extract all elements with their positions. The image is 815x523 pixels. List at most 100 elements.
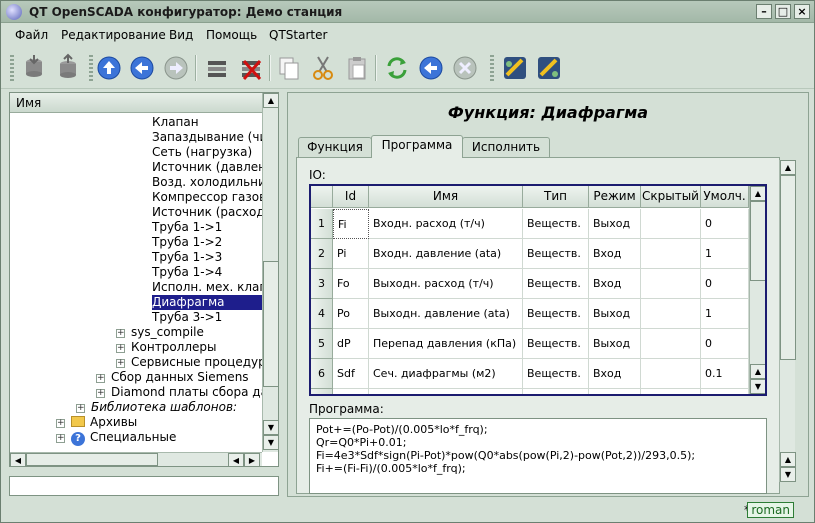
table-cell-def[interactable]: 1 xyxy=(701,299,749,329)
delete-item-icon[interactable] xyxy=(236,53,266,83)
row-header[interactable]: 3 xyxy=(311,269,333,299)
table-cell-mode[interactable]: Выход xyxy=(589,329,641,359)
scroll-left-button[interactable]: ◀ xyxy=(10,453,26,467)
table-cell-id[interactable]: Pi xyxy=(333,239,369,269)
table-cell-name[interactable]: Сеч. диафрагмы (м2) xyxy=(369,359,523,389)
table-cell-def[interactable]: 0.2 xyxy=(701,389,749,394)
db-save-icon[interactable] xyxy=(53,53,83,83)
tree-item[interactable]: Источник (давлени xyxy=(152,160,262,175)
table-cell-id[interactable]: Sdf xyxy=(333,359,369,389)
tree-header[interactable]: Имя xyxy=(10,93,262,113)
row-header[interactable]: 2 xyxy=(311,239,333,269)
title-bar[interactable]: QT OpenSCADA конфигуратор: Демо станция … xyxy=(1,1,814,23)
tree-item[interactable]: Источник (расход) xyxy=(152,205,262,220)
column-header[interactable]: Тип xyxy=(523,186,589,208)
expand-icon[interactable]: + xyxy=(76,404,85,413)
navigation-tree[interactable]: Имя Клапан Запаздывание (чис Сеть (нагрузк… xyxy=(9,92,279,467)
scroll-left-button-2[interactable]: ◀ xyxy=(228,453,244,467)
table-cell-def[interactable]: 0 xyxy=(701,329,749,359)
table-cell-type[interactable]: Веществ. xyxy=(523,389,589,394)
table-cell-type[interactable]: Веществ. xyxy=(523,359,589,389)
expand-icon[interactable]: + xyxy=(96,389,105,398)
refresh-icon[interactable] xyxy=(382,53,412,83)
daq-config-icon[interactable] xyxy=(534,53,564,83)
row-header[interactable]: 5 xyxy=(311,329,333,359)
tree-item[interactable]: Труба 1->4 xyxy=(152,265,222,280)
table-vertical-scrollbar[interactable]: ▲ ▲ ▼ xyxy=(749,186,765,394)
db-load-icon[interactable] xyxy=(19,53,49,83)
tree-item[interactable]: Исполн. мех. клапа xyxy=(152,280,262,295)
tab-execute[interactable]: Исполнить xyxy=(462,137,550,157)
tab-function[interactable]: Функция xyxy=(298,137,372,157)
expand-icon[interactable]: + xyxy=(116,344,125,353)
tree-item[interactable]: + sys_compile xyxy=(116,325,204,340)
tree-item[interactable]: Труба 1->1 xyxy=(152,220,222,235)
tree-item[interactable]: + Архивы xyxy=(56,415,137,430)
expand-icon[interactable]: + xyxy=(56,419,65,428)
forward-arrow-icon[interactable] xyxy=(161,53,191,83)
page-vertical-scrollbar[interactable]: ▲ ▲ ▼ xyxy=(779,160,796,482)
tree-horizontal-scrollbar[interactable]: ◀ ◀ ▶ xyxy=(10,452,262,467)
user-badge[interactable]: roman xyxy=(747,502,794,518)
table-cell-hidden[interactable] xyxy=(641,329,701,359)
table-cell-mode[interactable]: Вход xyxy=(589,359,641,389)
table-cell-id[interactable]: Po xyxy=(333,299,369,329)
table-cell-type[interactable]: Веществ. xyxy=(523,209,589,239)
table-cell-name[interactable]: Входн. давление (ata) xyxy=(369,239,523,269)
menu-file[interactable]: Файл xyxy=(15,28,48,42)
menu-edit[interactable]: Редактирование xyxy=(61,28,166,42)
table-corner[interactable] xyxy=(311,186,333,208)
toolbar-grip-2[interactable] xyxy=(89,55,93,81)
table-scroll-up-button[interactable]: ▲ xyxy=(750,186,765,201)
table-cell-mode[interactable]: Вход xyxy=(589,389,641,394)
column-header[interactable]: Умолч. xyxy=(701,186,749,208)
table-cell-def[interactable]: 1 xyxy=(701,239,749,269)
table-cell-hidden[interactable] xyxy=(641,359,701,389)
db-config-icon[interactable] xyxy=(500,53,530,83)
io-table[interactable]: ▲ ▲ ▼ Id Имя Тип Режим Скрытый Умолч. 1 Fi Входн… xyxy=(309,184,767,396)
scroll-right-button[interactable]: ▶ xyxy=(244,453,260,467)
stop-icon[interactable] xyxy=(450,53,480,83)
page-scroll-down-button[interactable]: ▼ xyxy=(780,467,796,482)
table-scroll-down-button[interactable]: ▼ xyxy=(750,379,765,394)
table-cell-hidden[interactable] xyxy=(641,269,701,299)
tree-item[interactable]: Диафрагма xyxy=(152,295,262,310)
table-cell-hidden[interactable] xyxy=(641,209,701,239)
column-header[interactable]: Id xyxy=(333,186,369,208)
row-header[interactable]: 4 xyxy=(311,299,333,329)
tree-item[interactable]: Труба 1->2 xyxy=(152,235,222,250)
table-cell-id[interactable]: dP xyxy=(333,329,369,359)
table-cell-id[interactable]: Fo xyxy=(333,269,369,299)
table-cell-type[interactable]: Веществ. xyxy=(523,269,589,299)
table-cell-name[interactable]: Входн. расход (т/ч) xyxy=(369,209,523,239)
table-cell-hidden[interactable] xyxy=(641,299,701,329)
tree-item[interactable]: +? Специальные xyxy=(56,430,176,446)
tree-vertical-scrollbar[interactable]: ▲ ▼ ▼ xyxy=(262,93,279,452)
tree-item[interactable]: + Diamond платы сбора данных xyxy=(96,385,262,400)
column-header[interactable]: Режим xyxy=(589,186,641,208)
table-cell-def[interactable]: 0.1 xyxy=(701,359,749,389)
table-cell-hidden[interactable] xyxy=(641,389,701,394)
expand-icon[interactable]: + xyxy=(116,329,125,338)
row-header[interactable]: 7 xyxy=(311,389,333,394)
table-cell-hidden[interactable] xyxy=(641,239,701,269)
tree-search-input[interactable] xyxy=(9,476,279,496)
scroll-up-button[interactable]: ▲ xyxy=(263,93,279,108)
table-cell-mode[interactable]: Выход xyxy=(589,209,641,239)
table-scroll-up-button-2[interactable]: ▲ xyxy=(750,364,765,379)
table-cell-id[interactable]: So xyxy=(333,389,369,394)
menu-view[interactable]: Вид xyxy=(169,28,193,42)
copy-icon[interactable] xyxy=(274,53,304,83)
tree-item[interactable]: Труба 3->1 xyxy=(152,310,222,325)
table-cell-id[interactable]: Fi xyxy=(333,209,369,239)
table-cell-mode[interactable]: Выход xyxy=(589,299,641,329)
scroll-thumb[interactable] xyxy=(263,261,279,387)
row-header[interactable]: 6 xyxy=(311,359,333,389)
tree-item[interactable]: Запаздывание (чис xyxy=(152,130,262,145)
toolbar-grip[interactable] xyxy=(10,55,14,81)
table-cell-name[interactable]: Перепад давления (кПа) xyxy=(369,329,523,359)
table-cell-mode[interactable]: Вход xyxy=(589,269,641,299)
table-cell-type[interactable]: Веществ. xyxy=(523,299,589,329)
h-scroll-thumb[interactable] xyxy=(26,453,158,466)
up-arrow-icon[interactable] xyxy=(94,53,124,83)
